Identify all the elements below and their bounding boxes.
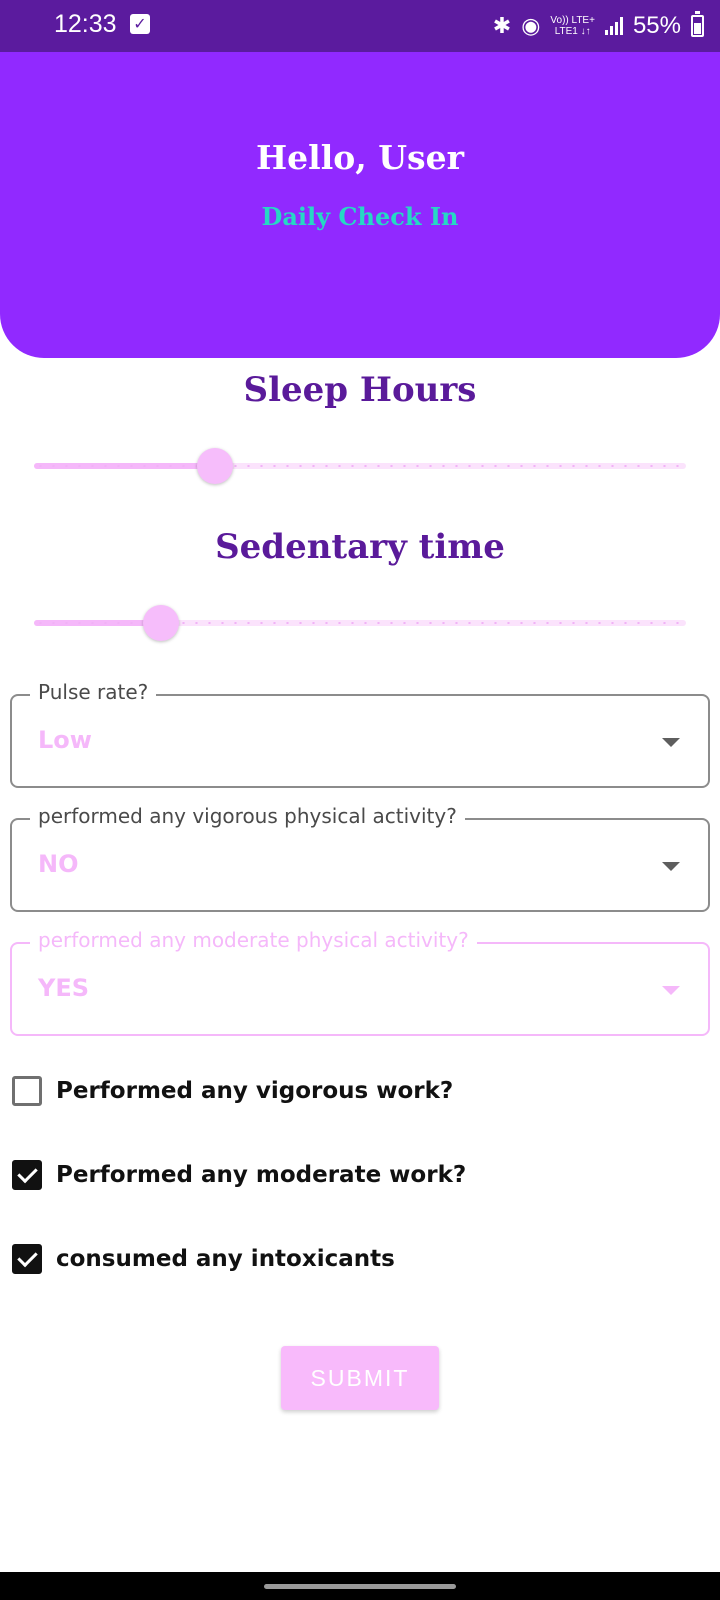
moderate-work-label: Performed any moderate work? (56, 1162, 467, 1188)
battery-icon (691, 11, 704, 37)
pulse-rate-dropdown[interactable]: Pulse rate? Low (10, 680, 710, 788)
vigorous-activity-value: NO (38, 850, 79, 878)
signal-icon (604, 17, 623, 35)
moderate-work-checkbox[interactable] (12, 1160, 42, 1190)
intoxicants-checkbox-row[interactable]: consumed any intoxicants (12, 1242, 395, 1276)
status-time: 12:33 (54, 10, 117, 38)
pulse-rate-label: Pulse rate? (30, 680, 157, 704)
hotspot-icon: ◉ (521, 13, 541, 38)
pulse-rate-value: Low (38, 726, 92, 754)
moderate-activity-dropdown[interactable]: performed any moderate physical activity… (10, 928, 710, 1036)
vigorous-activity-dropdown[interactable]: performed any vigorous physical activity… (10, 804, 710, 912)
status-icons: ✱ ◉ Vo)) LTE+ LTE1 ↓↑ 55% (493, 8, 704, 44)
sleep-hours-title: Sleep Hours (243, 370, 477, 410)
slider-thumb[interactable] (196, 448, 233, 484)
moderate-work-checkbox-row[interactable]: Performed any moderate work? (12, 1158, 466, 1192)
home-gesture-handle[interactable] (264, 1584, 456, 1589)
battery-percent: 55% (632, 12, 681, 39)
greeting-title: Hello, User (256, 138, 464, 177)
sedentary-time-slider[interactable] (34, 602, 686, 642)
sleep-hours-slider[interactable] (34, 445, 686, 485)
moderate-activity-value: YES (38, 974, 90, 1002)
header-banner: Hello, User Daily Check In (0, 52, 720, 358)
vigorous-work-checkbox[interactable] (12, 1076, 42, 1106)
navigation-bar (0, 1572, 720, 1600)
dropdown-arrow-icon (662, 738, 680, 747)
vigorous-activity-label: performed any vigorous physical activity… (30, 804, 465, 828)
sedentary-time-title: Sedentary time (215, 527, 505, 567)
vigorous-work-checkbox-row[interactable]: Performed any vigorous work? (12, 1074, 453, 1108)
slider-thumb[interactable] (143, 605, 180, 641)
network-top-label: Vo)) LTE+ (550, 15, 595, 26)
dropdown-arrow-icon (662, 986, 680, 995)
bluetooth-icon: ✱ (492, 13, 512, 38)
slider-tick-marks (34, 622, 686, 624)
intoxicants-label: consumed any intoxicants (56, 1246, 395, 1272)
status-bar: 12:33 ✓ ✱ ◉ Vo)) LTE+ LTE1 ↓↑ 55% (0, 0, 720, 52)
daily-check-in-subtitle: Daily Check In (261, 202, 459, 231)
network-indicator: Vo)) LTE+ LTE1 ↓↑ (550, 15, 595, 37)
check-notification-icon: ✓ (130, 14, 150, 34)
vigorous-work-label: Performed any vigorous work? (56, 1078, 454, 1104)
dropdown-arrow-icon (662, 862, 680, 871)
moderate-activity-label: performed any moderate physical activity… (30, 928, 477, 952)
submit-button[interactable]: SUBMIT (281, 1346, 439, 1410)
intoxicants-checkbox[interactable] (12, 1244, 42, 1274)
slider-tick-marks (34, 465, 686, 467)
network-bottom-label: LTE1 ↓↑ (554, 26, 591, 37)
